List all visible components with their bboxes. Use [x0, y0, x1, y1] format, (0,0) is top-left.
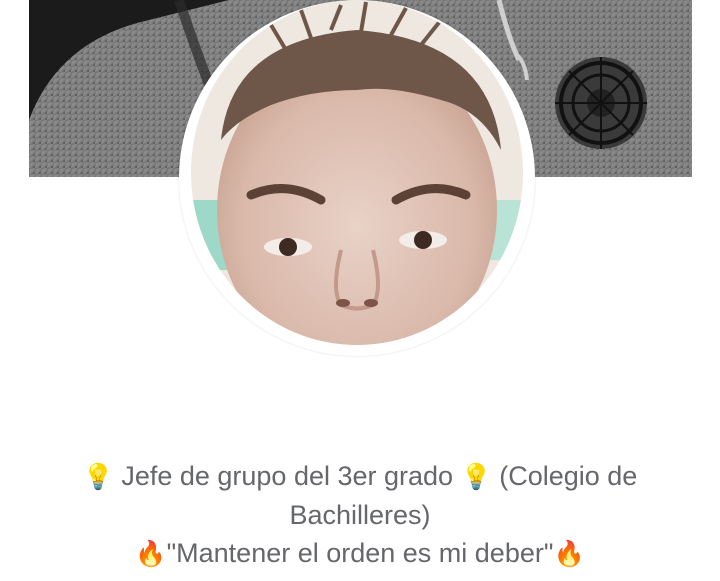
bio-motto-text: "Mantener el orden es mi deber" — [166, 538, 554, 568]
bio-school-text: (Colegio de — [499, 461, 638, 491]
emblem-icon — [555, 57, 647, 149]
bio-line-1: 💡 Jefe de grupo del 3er grado 💡 (Colegio… — [40, 457, 680, 496]
bio-line-3: 🔥"Mantener el orden es mi deber"🔥 — [40, 534, 680, 573]
lightbulb-icon: 💡 — [460, 462, 492, 491]
bio-role-text: Jefe de grupo del 3er grado — [121, 461, 454, 491]
profile-bio: 💡 Jefe de grupo del 3er grado 💡 (Colegio… — [40, 457, 680, 573]
fire-icon: 🔥 — [553, 539, 585, 568]
fire-icon: 🔥 — [135, 539, 167, 568]
profile-page: 💡 Jefe de grupo del 3er grado 💡 (Colegio… — [0, 0, 720, 581]
lightbulb-icon: 💡 — [82, 462, 114, 491]
profile-picture-image — [191, 0, 523, 345]
profile-picture[interactable] — [191, 0, 523, 345]
bio-line-2: Bachilleres) — [289, 500, 431, 530]
